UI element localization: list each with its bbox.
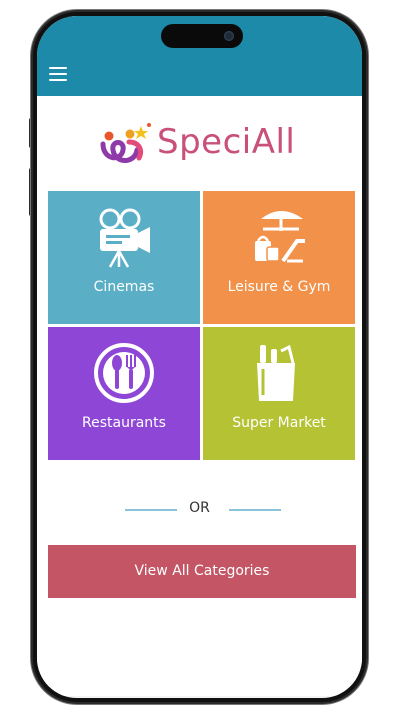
camera-notch: [161, 24, 243, 48]
phone-frame: SpeciAll Cinemas Leisure & Gym Restauran…: [33, 12, 366, 702]
category-tile-super-market[interactable]: Super Market: [203, 327, 355, 460]
view-all-categories-button[interactable]: View All Categories: [48, 545, 356, 598]
app-logo: SpeciAll: [99, 120, 319, 170]
category-label: Super Market: [232, 415, 326, 431]
category-grid: Cinemas Leisure & Gym Restaurants Super …: [48, 191, 356, 461]
category-tile-cinemas[interactable]: Cinemas: [48, 191, 200, 324]
or-label: OR: [189, 500, 210, 516]
grocery-bag-icon: [203, 341, 355, 405]
hamburger-menu-icon[interactable]: [49, 67, 67, 81]
divider-line-right: [229, 509, 281, 511]
category-label: Restaurants: [82, 415, 166, 431]
main-content: SpeciAll Cinemas Leisure & Gym Restauran…: [37, 96, 362, 696]
category-label: Leisure & Gym: [227, 279, 331, 295]
logo-figures-icon: [100, 123, 151, 163]
movie-camera-icon: [48, 205, 200, 269]
category-tile-leisure-gym[interactable]: Leisure & Gym: [203, 191, 355, 324]
or-divider: OR: [37, 500, 362, 520]
category-label: Cinemas: [93, 279, 155, 295]
category-tile-restaurants[interactable]: Restaurants: [48, 327, 200, 460]
plate-cutlery-icon: [48, 341, 200, 405]
app-name: SpeciAll: [157, 122, 296, 162]
beach-umbrella-icon: [203, 205, 355, 269]
